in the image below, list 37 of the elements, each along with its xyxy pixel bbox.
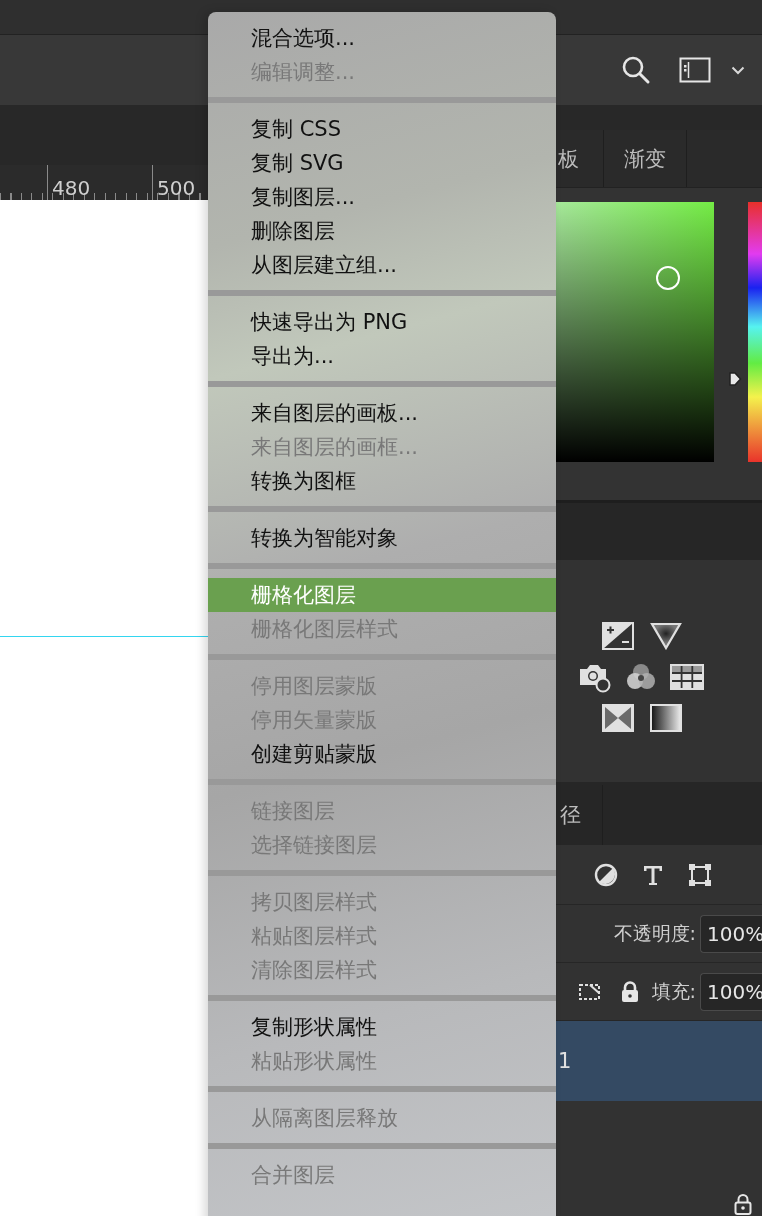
opacity-label: 不透明度: xyxy=(613,920,696,946)
menu-item[interactable]: 创建剪贴蒙版 xyxy=(208,737,556,771)
search-icon[interactable] xyxy=(621,55,651,85)
menu-item[interactable]: 从图层建立组... xyxy=(208,248,556,282)
color-field[interactable] xyxy=(556,202,714,462)
fill-label: 填充: xyxy=(651,978,696,1004)
menu-item[interactable]: 混合选项... xyxy=(208,21,556,55)
workspace-icon[interactable] xyxy=(679,57,711,83)
menu-item[interactable]: 导出为... xyxy=(208,339,556,373)
menu-item[interactable]: 复制 SVG xyxy=(208,146,556,180)
menu-item[interactable]: 复制图层... xyxy=(208,180,556,214)
hue-bar[interactable] xyxy=(748,202,762,462)
triangle-gradient-icon[interactable] xyxy=(650,622,682,650)
menu-item[interactable]: 转换为图框 xyxy=(208,464,556,498)
hue-slider-handle[interactable] xyxy=(728,371,742,387)
transform-icon[interactable] xyxy=(688,862,712,887)
menu-item[interactable]: 复制形状属性 xyxy=(208,1010,556,1044)
type-icon[interactable] xyxy=(642,863,664,886)
menu-item[interactable]: 删除图层 xyxy=(208,214,556,248)
lock-icon[interactable] xyxy=(619,980,640,1003)
lock-icon[interactable] xyxy=(734,1193,752,1215)
panel-tab[interactable]: 渐变 xyxy=(604,130,687,187)
color-circles-icon[interactable] xyxy=(624,662,658,692)
circle-half-icon[interactable] xyxy=(594,862,618,887)
color-picker-ring[interactable] xyxy=(656,266,680,290)
menu-item[interactable]: 快速导出为 PNG xyxy=(208,305,556,339)
exposure-icon[interactable] xyxy=(602,622,634,650)
menu-item[interactable]: 复制 CSS xyxy=(208,112,556,146)
grid-icon[interactable] xyxy=(670,664,704,690)
gradient-square-icon[interactable] xyxy=(650,704,682,732)
layer-row[interactable]: 1 xyxy=(556,1021,762,1101)
ruler-label: 500 xyxy=(156,176,196,200)
chevron-down-icon[interactable] xyxy=(731,65,745,75)
menu-item[interactable]: 来自图层的画板... xyxy=(208,396,556,430)
menu-item[interactable]: 转换为智能对象 xyxy=(208,521,556,555)
ruler-label: 480 xyxy=(51,176,91,200)
mask-icon[interactable] xyxy=(602,704,634,732)
